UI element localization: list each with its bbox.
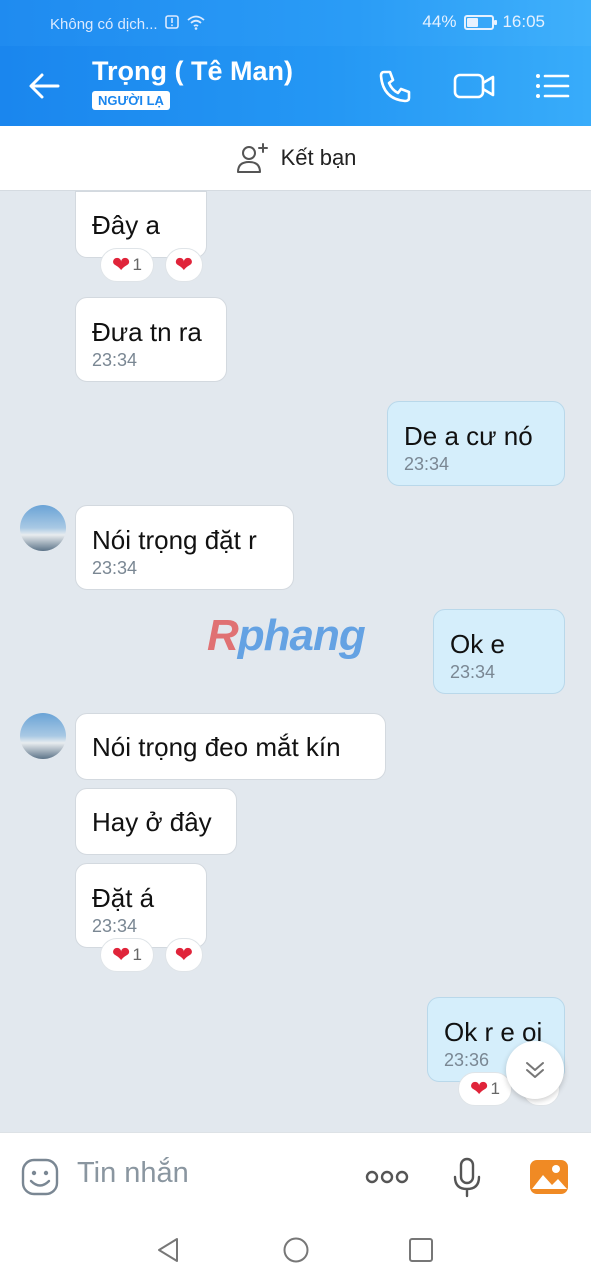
heart-icon: ❤ xyxy=(174,942,194,967)
message-time: 23:34 xyxy=(404,454,450,474)
avatar[interactable] xyxy=(20,505,66,551)
alert-icon xyxy=(164,14,180,34)
reaction-number: 1 xyxy=(132,255,142,274)
message-text: Đưa tn ra xyxy=(92,317,202,347)
message-time: 23:34 xyxy=(92,916,138,936)
network-status: Không có dịch... xyxy=(50,15,158,33)
more-options-button[interactable] xyxy=(362,1155,412,1199)
list-menu-icon xyxy=(536,74,570,98)
message-text: Ok e xyxy=(450,629,505,659)
back-button[interactable] xyxy=(22,64,66,108)
message-bubble[interactable]: Đặt á 23:34 xyxy=(75,863,207,948)
chat-area[interactable]: Đây a ❤ 1 ❤ Đưa tn ra 23:34 De a cư nó 23… xyxy=(0,191,591,1132)
add-friend-button[interactable]: Kết bạn xyxy=(0,126,591,191)
watermark-logo: Rphang xyxy=(207,611,366,660)
battery-percent: 44% xyxy=(422,12,457,31)
react-button[interactable]: ❤ xyxy=(165,938,203,972)
add-friend-label: Kết bạn xyxy=(280,145,357,170)
arrow-left-icon xyxy=(29,73,60,99)
message-bubble[interactable]: Đưa tn ra 23:34 xyxy=(75,297,227,382)
message-bubble[interactable]: Hay ở đây xyxy=(75,788,237,855)
voice-call-button[interactable] xyxy=(373,64,417,108)
status-left: Không có dịch... xyxy=(50,14,206,34)
message-bubble[interactable]: De a cư nó 23:34 xyxy=(387,401,565,486)
scroll-to-bottom-button[interactable] xyxy=(506,1041,564,1099)
message-input[interactable]: Tin nhắn xyxy=(77,1157,189,1190)
reaction-count[interactable]: ❤ 1 xyxy=(100,248,154,282)
contact-name[interactable]: Trọng ( Tê Man) xyxy=(92,56,293,87)
reaction-number: 1 xyxy=(490,1079,500,1098)
heart-icon: ❤ xyxy=(112,252,131,277)
menu-button[interactable] xyxy=(530,64,574,108)
emoji-icon xyxy=(21,1158,59,1196)
image-icon xyxy=(530,1160,568,1194)
heart-icon: ❤ xyxy=(470,1076,489,1101)
message-text: Hay ở đây xyxy=(92,807,212,837)
react-button[interactable]: ❤ xyxy=(165,248,203,282)
video-camera-icon xyxy=(453,73,495,99)
circle-home-icon xyxy=(283,1237,309,1263)
status-right: 44% 16:05 xyxy=(422,12,545,32)
nav-recents-button[interactable] xyxy=(405,1234,437,1266)
heart-icon: ❤ xyxy=(112,942,131,967)
system-nav-bar xyxy=(0,1220,591,1280)
double-chevron-down-icon xyxy=(526,1062,544,1078)
clock: 16:05 xyxy=(502,12,545,31)
message-text: Đặt á xyxy=(92,883,155,913)
voice-record-button[interactable] xyxy=(445,1155,489,1199)
microphone-icon xyxy=(453,1157,481,1198)
sticker-button[interactable] xyxy=(18,1155,62,1199)
add-user-icon xyxy=(236,143,268,173)
heart-icon: ❤ xyxy=(174,252,194,277)
chat-header: Trọng ( Tê Man) NGƯỜI LẠ xyxy=(0,46,591,126)
message-time: 23:34 xyxy=(92,558,138,578)
message-bubble[interactable]: Nói trọng đặt r 23:34 xyxy=(75,505,294,590)
reaction-count[interactable]: ❤ 1 xyxy=(100,938,154,972)
triangle-back-icon xyxy=(158,1238,178,1262)
message-input-bar: Tin nhắn xyxy=(0,1132,591,1220)
reaction-count[interactable]: ❤ 1 xyxy=(458,1072,512,1106)
message-bubble[interactable]: Ok e 23:34 xyxy=(433,609,565,694)
stranger-badge: NGƯỜI LẠ xyxy=(92,91,170,110)
message-text: Nói trọng đeo mắt kín xyxy=(92,732,341,762)
battery-icon xyxy=(464,14,498,30)
video-call-button[interactable] xyxy=(452,64,496,108)
wifi-icon xyxy=(186,14,206,34)
battery-level xyxy=(467,17,478,27)
reaction-number: 1 xyxy=(132,945,142,964)
message-text: De a cư nó xyxy=(404,421,533,451)
more-dots-icon xyxy=(365,1170,409,1184)
message-time: 23:34 xyxy=(450,662,496,682)
message-bubble[interactable]: Nói trọng đeo mắt kín xyxy=(75,713,386,780)
message-time: 23:34 xyxy=(92,350,138,370)
message-text: Đây a xyxy=(92,210,160,240)
status-bar: Không có dịch... 44% 16:05 xyxy=(0,0,591,46)
nav-home-button[interactable] xyxy=(280,1234,312,1266)
send-image-button[interactable] xyxy=(527,1155,571,1199)
message-text: Nói trọng đặt r xyxy=(92,525,257,555)
nav-back-button[interactable] xyxy=(153,1234,185,1266)
square-recents-icon xyxy=(409,1238,433,1262)
avatar[interactable] xyxy=(20,713,66,759)
phone-icon xyxy=(379,70,411,103)
